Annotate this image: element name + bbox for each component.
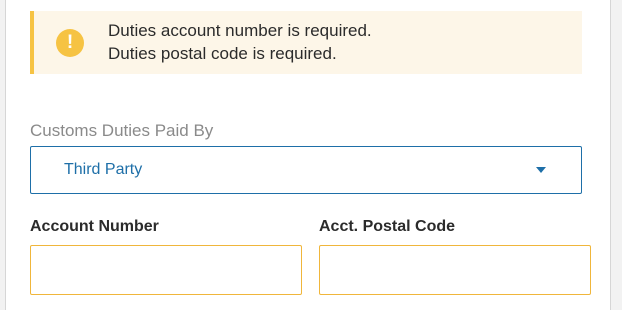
customs-duties-selected-value: Third Party (64, 161, 143, 178)
caret-down-icon[interactable] (536, 167, 546, 173)
validation-alert: ! Duties account number is required. Dut… (30, 11, 582, 74)
postal-code-input[interactable] (319, 245, 591, 295)
postal-code-label: Acct. Postal Code (319, 218, 456, 235)
alert-message: Duties postal code is required. (108, 44, 337, 63)
form-panel: ! Duties account number is required. Dut… (5, 0, 611, 310)
warning-exclamation-icon: ! (56, 29, 84, 57)
customs-duties-select[interactable]: Third Party (30, 146, 582, 194)
alert-message-list: Duties account number is required. Dutie… (108, 19, 372, 65)
customs-duties-label: Customs Duties Paid By (30, 121, 214, 140)
alert-message: Duties account number is required. (108, 21, 372, 40)
account-number-input[interactable] (30, 245, 302, 295)
account-number-label: Account Number (30, 218, 159, 235)
